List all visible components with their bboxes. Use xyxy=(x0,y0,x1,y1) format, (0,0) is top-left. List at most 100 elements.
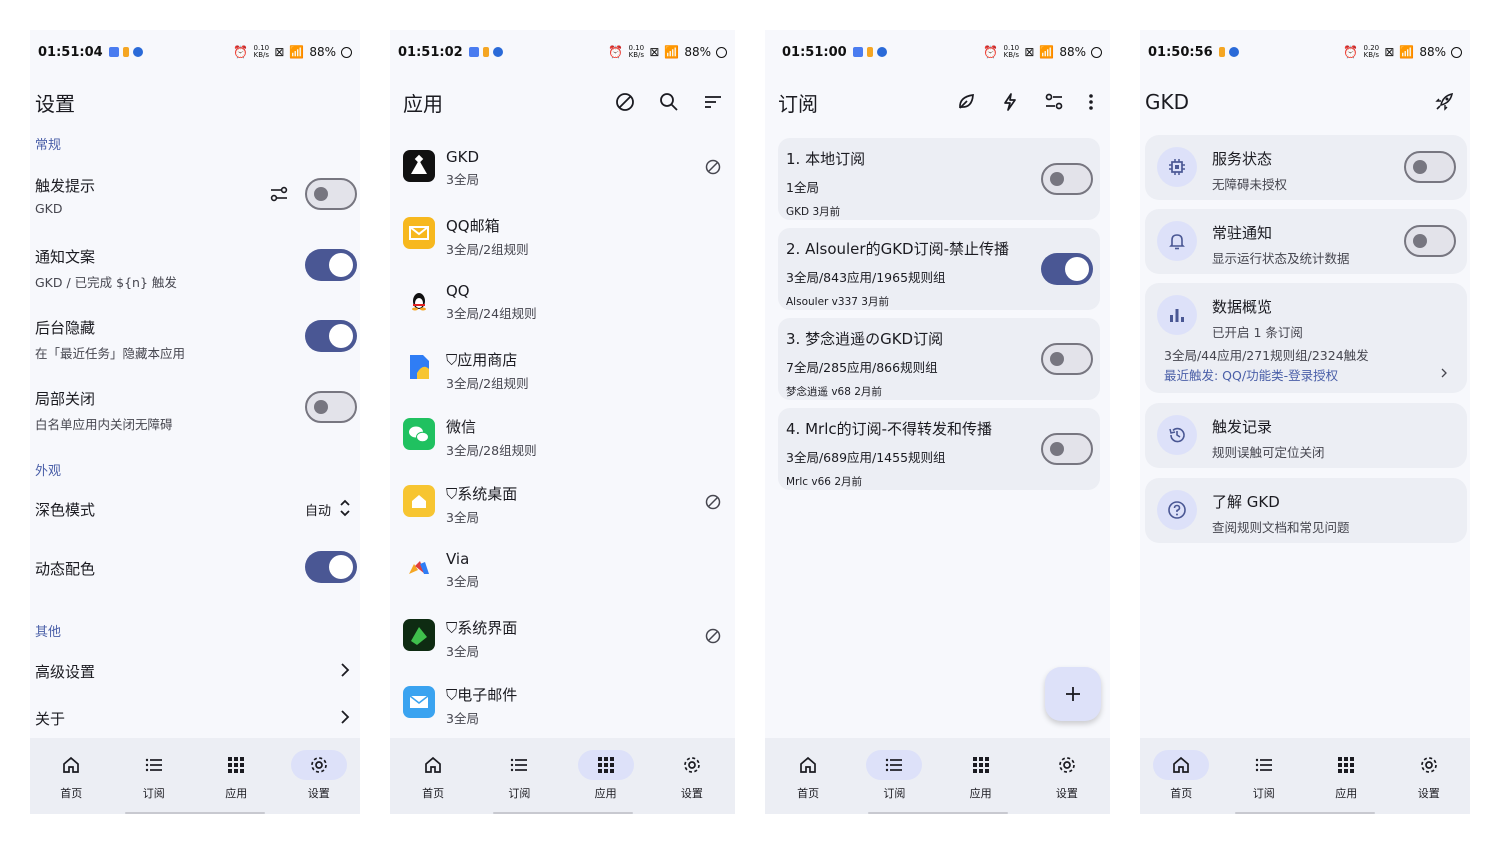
flash-icon[interactable] xyxy=(1000,92,1020,112)
notification-toggle[interactable] xyxy=(1404,225,1456,257)
app-notification-icon xyxy=(866,47,873,57)
nav-apps[interactable]: 应用 xyxy=(1305,738,1388,814)
app-row-gkd[interactable]: GKD 3全局 xyxy=(390,144,735,204)
nav-home[interactable]: 首页 xyxy=(1140,738,1223,814)
app-row-systemui[interactable]: ⛉系统界面 3全局 xyxy=(390,613,735,673)
setting-background-hide[interactable]: 后台隐藏 在「最近任务」隐藏本应用 xyxy=(35,317,295,362)
subscription-title: 3. 梦念逍遥のGKD订阅 xyxy=(786,330,944,348)
home-icon xyxy=(800,756,816,773)
add-subscription-button[interactable] xyxy=(1045,667,1101,721)
local-close-toggle[interactable] xyxy=(305,391,357,423)
nav-subscriptions[interactable]: 订阅 xyxy=(113,738,196,814)
nav-apps[interactable]: 应用 xyxy=(938,738,1024,814)
subscription-toggle[interactable] xyxy=(1041,253,1093,285)
chevron-right-icon[interactable] xyxy=(340,709,350,725)
nav-settings[interactable]: 设置 xyxy=(1388,738,1471,814)
wechat-app-icon xyxy=(403,418,435,450)
setting-advanced[interactable]: 高级设置 xyxy=(35,661,95,682)
setting-trigger-hint[interactable]: 触发提示 GKD xyxy=(35,175,275,216)
nav-settings[interactable]: 设置 xyxy=(1024,738,1110,814)
tune-icon[interactable] xyxy=(1044,92,1064,112)
recent-trigger-link[interactable]: 最近触发: QQ/功能类-登录授权 xyxy=(1164,365,1338,384)
nav-home[interactable]: 首页 xyxy=(30,738,113,814)
notify-text-toggle[interactable] xyxy=(305,249,357,281)
background-hide-toggle[interactable] xyxy=(305,320,357,352)
subscription-meta: 梦念逍遥 v68 2月前 xyxy=(786,386,882,398)
subscription-summary: 3全局/689应用/1455规则组 xyxy=(786,450,946,465)
via-app-icon xyxy=(403,552,435,584)
sort-icon[interactable] xyxy=(703,92,723,112)
more-vert-icon[interactable] xyxy=(1088,92,1094,112)
learn-gkd-card[interactable]: 了解 GKD 查阅规则文档和常见问题 xyxy=(1145,478,1467,543)
dynamic-color-toggle[interactable] xyxy=(305,551,357,583)
setting-local-close[interactable]: 局部关闭 白名单应用内关闭无障碍 xyxy=(35,388,295,433)
nav-settings[interactable]: 设置 xyxy=(649,738,735,814)
nav-label: 订阅 xyxy=(1252,787,1275,800)
nav-home[interactable]: 首页 xyxy=(390,738,476,814)
nav-apps[interactable]: 应用 xyxy=(563,738,649,814)
nav-label: 设置 xyxy=(1417,787,1440,800)
app-row-qqmail[interactable]: QQ邮箱 3全局/2组规则 xyxy=(390,211,735,271)
data-overview-card[interactable]: 数据概览 已开启 1 条订阅 3全局/44应用/271规则组/2324触发 最近… xyxy=(1145,283,1467,393)
block-icon[interactable] xyxy=(615,92,635,112)
chevron-right-icon[interactable] xyxy=(1441,368,1447,378)
app-row-via[interactable]: Via 3全局 xyxy=(390,546,735,606)
nav-subscriptions[interactable]: 订阅 xyxy=(851,738,937,814)
status-time: 01:51:04 xyxy=(38,44,103,60)
search-icon[interactable] xyxy=(659,92,679,112)
nav-subscriptions[interactable]: 订阅 xyxy=(1223,738,1306,814)
wifi-icon: 📶 xyxy=(1399,45,1415,59)
apps-grid-icon xyxy=(228,757,245,773)
tune-icon[interactable] xyxy=(270,186,288,202)
status-time: 01:51:00 xyxy=(782,44,847,60)
subscription-card-4[interactable]: 4. Mrlc的订阅-不得转发和传播 3全局/689应用/1455规则组 Mrl… xyxy=(778,408,1100,490)
app-row-wechat[interactable]: 微信 3全局/28组规则 xyxy=(390,412,735,472)
app-row-qq[interactable]: QQ 3全局/24组规则 xyxy=(390,278,735,338)
subscription-toggle[interactable] xyxy=(1041,343,1093,375)
card-subtitle: 已开启 1 条订阅 xyxy=(1212,325,1303,340)
setting-notify-text[interactable]: 通知文案 GKD / 已完成 ${n} 触发 xyxy=(35,246,295,291)
app-row-email[interactable]: ⛉电子邮件 3全局 xyxy=(390,680,735,736)
subscription-toggle[interactable] xyxy=(1041,433,1093,465)
setting-dynamic-color[interactable]: 动态配色 xyxy=(35,558,95,579)
chevron-right-icon[interactable] xyxy=(340,662,350,678)
plus-icon xyxy=(1066,687,1080,701)
subscription-card-3[interactable]: 3. 梦念逍遥のGKD订阅 7全局/285应用/866规则组 梦念逍遥 v68 … xyxy=(778,318,1100,400)
nav-settings[interactable]: 设置 xyxy=(278,738,361,814)
bell-icon xyxy=(1157,221,1197,261)
subscription-toggle[interactable] xyxy=(1041,163,1093,195)
persistent-notification-card[interactable]: 常驻通知 显示运行状态及统计数据 xyxy=(1145,209,1467,274)
app-row-appstore[interactable]: ⛉应用商店 3全局/2组规则 xyxy=(390,345,735,405)
service-toggle[interactable] xyxy=(1404,151,1456,183)
nav-home[interactable]: 首页 xyxy=(765,738,851,814)
wifi-icon: 📶 xyxy=(1039,45,1055,59)
unfold-icon[interactable] xyxy=(339,498,351,518)
status-time: 01:50:56 xyxy=(1148,44,1213,60)
setting-dark-mode[interactable]: 深色模式 xyxy=(35,499,95,520)
trigger-log-card[interactable]: 触发记录 规则误触可定位关闭 xyxy=(1145,403,1467,468)
nav-subscriptions[interactable]: 订阅 xyxy=(476,738,562,814)
setting-about[interactable]: 关于 xyxy=(35,708,65,729)
dark-mode-value[interactable]: 自动 xyxy=(305,500,331,519)
app-notification-icon xyxy=(876,47,887,57)
systemui-app-icon xyxy=(403,619,435,651)
battery-icon xyxy=(716,46,727,58)
home-icon xyxy=(425,756,441,773)
subscription-title: 2. Alsouler的GKD订阅-禁止传播 xyxy=(786,240,1009,258)
apps-grid-icon xyxy=(972,757,989,773)
apps-screen: 01:51:02 ⏰ 0.10KB/s ⊠ 📶 88% 应用 GKD 3全局 xyxy=(390,30,735,814)
leaf-icon[interactable] xyxy=(956,92,976,112)
service-status-card[interactable]: 服务状态 无障碍未授权 xyxy=(1145,135,1467,200)
trigger-hint-toggle[interactable] xyxy=(305,178,357,210)
setting-title: 后台隐藏 xyxy=(35,319,96,337)
subscription-title: 1. 本地订阅 xyxy=(786,150,866,168)
status-bar: 01:51:02 ⏰ 0.10 KB/s ⊠ 📶 88% xyxy=(390,30,735,74)
rocket-icon[interactable] xyxy=(1434,92,1454,112)
app-row-launcher[interactable]: ⛉系统桌面 3全局 xyxy=(390,479,735,539)
card-title: 触发记录 xyxy=(1212,418,1273,436)
subscription-card-2[interactable]: 2. Alsouler的GKD订阅-禁止传播 3全局/843应用/1965规则组… xyxy=(778,228,1100,310)
status-time: 01:51:02 xyxy=(398,44,463,60)
wifi-icon: 📶 xyxy=(664,45,680,59)
subscription-card-1[interactable]: 1. 本地订阅 1全局 GKD 3月前 xyxy=(778,138,1100,220)
nav-apps[interactable]: 应用 xyxy=(195,738,278,814)
